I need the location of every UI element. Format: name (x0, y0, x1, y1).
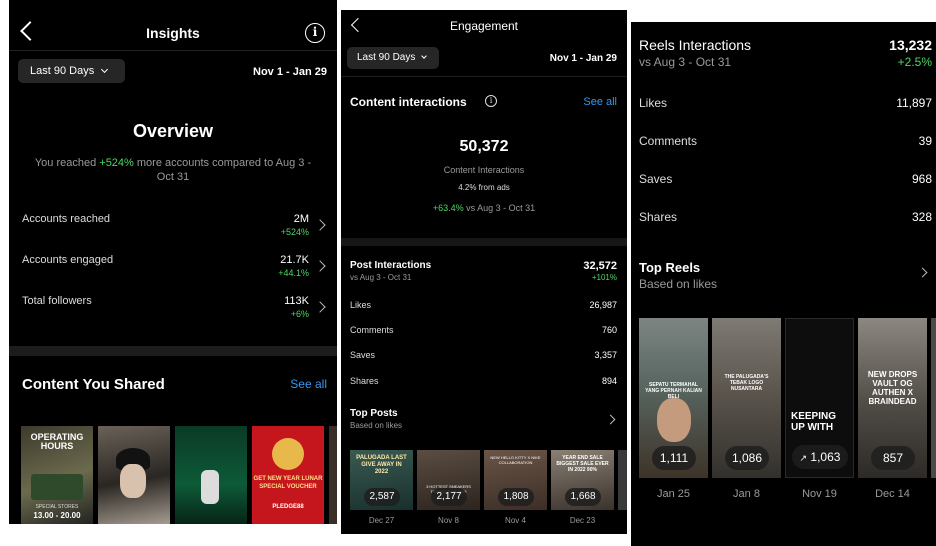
like-count-badge: 1,086 (725, 446, 769, 470)
like-count-badge: 1,808 (498, 488, 534, 506)
info-icon[interactable]: i (485, 95, 497, 107)
top-reel-thumbnail[interactable]: KEEPING UP WITH ↗ 1,063 (785, 318, 854, 478)
top-posts-header[interactable]: Top Posts Based on likes (341, 408, 627, 436)
metric-row-followers[interactable]: Total followers 113K +6% (9, 292, 337, 324)
like-count-badge: 857 (871, 446, 915, 470)
content-shared-title: Content You Shared (22, 376, 165, 393)
post-interactions-row: Post Interactions vs Aug 3 - Oct 31 32,5… (350, 260, 617, 282)
post-thumbnail[interactable] (175, 426, 247, 524)
top-reel-thumbnail[interactable]: SEPATU TERMAHAL YANG PERNAH KALIAN BELI … (639, 318, 708, 478)
metric-row-engaged[interactable]: Accounts engaged 21.7K +44.1% (9, 251, 337, 283)
metric-row-comments: Comments 760 (350, 325, 617, 335)
reach-summary: You reached +524% more accounts compared… (34, 157, 312, 183)
see-all-link[interactable]: See all (290, 377, 327, 391)
reels-delta: +2.5% (897, 55, 932, 69)
top-reels-header[interactable]: Top Reels Based on likes (631, 258, 936, 292)
top-reel-thumbnail[interactable]: THE PALUGADA'S TEBAK LOGO NUSANTARA 1,08… (712, 318, 781, 478)
page-title: Insights (146, 25, 200, 41)
total-interactions-value: 50,372 (459, 138, 509, 155)
range-label: Last 90 Days (30, 65, 95, 77)
post-thumbnail[interactable] (329, 426, 337, 524)
total-interactions-caption: Content Interactions (443, 165, 525, 175)
metric-row-likes: Likes 26,987 (350, 300, 617, 310)
page-title: Engagement (449, 19, 519, 33)
post-thumbnail[interactable]: OPERATING HOURS SPECIAL STORES 13.00 - 2… (21, 426, 93, 524)
top-post-thumbnail[interactable] (618, 450, 627, 510)
top-post-thumbnail[interactable]: 3 HOTTEST SNEAKERS TRENDS FOR 2023 2,177 (417, 450, 480, 510)
reels-value: 13,232 (889, 37, 932, 53)
reel-date: Jan 8 (733, 488, 760, 500)
top-post-thumbnail[interactable]: NEW HELLO KITTY X NIKE COLLABORATION 1,8… (484, 450, 547, 510)
reel-date: Jan 25 (656, 488, 691, 500)
reel-date: Nov 19 (802, 488, 837, 500)
range-label: Last 90 Days (357, 52, 416, 63)
reach-pct: +524% (99, 157, 134, 169)
reels-panel: Reels Interactions vs Aug 3 - Oct 31 13,… (631, 22, 936, 546)
overview-title: Overview (132, 121, 214, 141)
top-reel-thumbnail[interactable] (931, 318, 936, 478)
top-post-thumbnail[interactable]: YEAR END SALE BIGGEST SALE EVER IN 2022 … (551, 450, 614, 510)
like-count-badge: 2,587 (364, 488, 400, 506)
chevron-right-icon (314, 219, 326, 231)
like-count-badge: 2,177 (431, 488, 467, 506)
metric-row-shares: Shares 894 (350, 376, 617, 386)
like-count-badge: 1,111 (652, 446, 696, 470)
chevron-right-icon (314, 260, 326, 272)
section-title: Content interactions (350, 95, 467, 109)
chevron-down-icon (101, 65, 109, 74)
reels-comparison: vs Aug 3 - Oct 31 (639, 55, 732, 69)
ads-note: 4.2% from ads (458, 183, 510, 192)
chevron-down-icon (421, 53, 427, 59)
top-reel-thumbnail[interactable]: NEW DROPS VAULT OG AUTHEN X BRAINDEAD 85… (858, 318, 927, 478)
chevron-right-icon (917, 267, 928, 278)
range-dropdown[interactable]: Last 90 Days (18, 59, 125, 83)
chevron-right-icon (605, 414, 616, 425)
chevron-right-icon (314, 301, 326, 313)
metric-row-reached[interactable]: Accounts reached 2M +524% (9, 210, 337, 242)
reels-title: Reels Interactions (639, 37, 752, 53)
trending-icon: ↗ (799, 453, 808, 463)
date-range: Nov 1 - Jan 29 (253, 66, 327, 78)
see-all-link[interactable]: See all (583, 96, 617, 108)
metric-row-saves: Saves 3,357 (350, 350, 617, 360)
post-thumbnail[interactable]: GET NEW YEAR LUNAR SPECIAL VOUCHER PLEDG… (252, 426, 324, 524)
reel-date: Dec 14 (875, 488, 910, 500)
top-post-thumbnail[interactable]: PALUGADA LAST GIVE AWAY IN 2022 2,587 (350, 450, 413, 510)
post-thumbnail[interactable] (98, 426, 170, 524)
engagement-panel: Engagement Last 90 Days Nov 1 - Jan 29 C… (341, 10, 627, 534)
range-dropdown[interactable]: Last 90 Days (347, 47, 439, 69)
like-count-badge: ↗ 1,063 (792, 445, 848, 469)
date-range: Nov 1 - Jan 29 (549, 53, 617, 64)
growth-summary: +63.4% vs Aug 3 - Oct 31 (432, 203, 536, 213)
like-count-badge: 1,668 (565, 488, 601, 506)
insights-panel: Insights i Last 90 Days Nov 1 - Jan 29 O… (9, 0, 337, 524)
info-icon[interactable]: i (305, 23, 325, 43)
